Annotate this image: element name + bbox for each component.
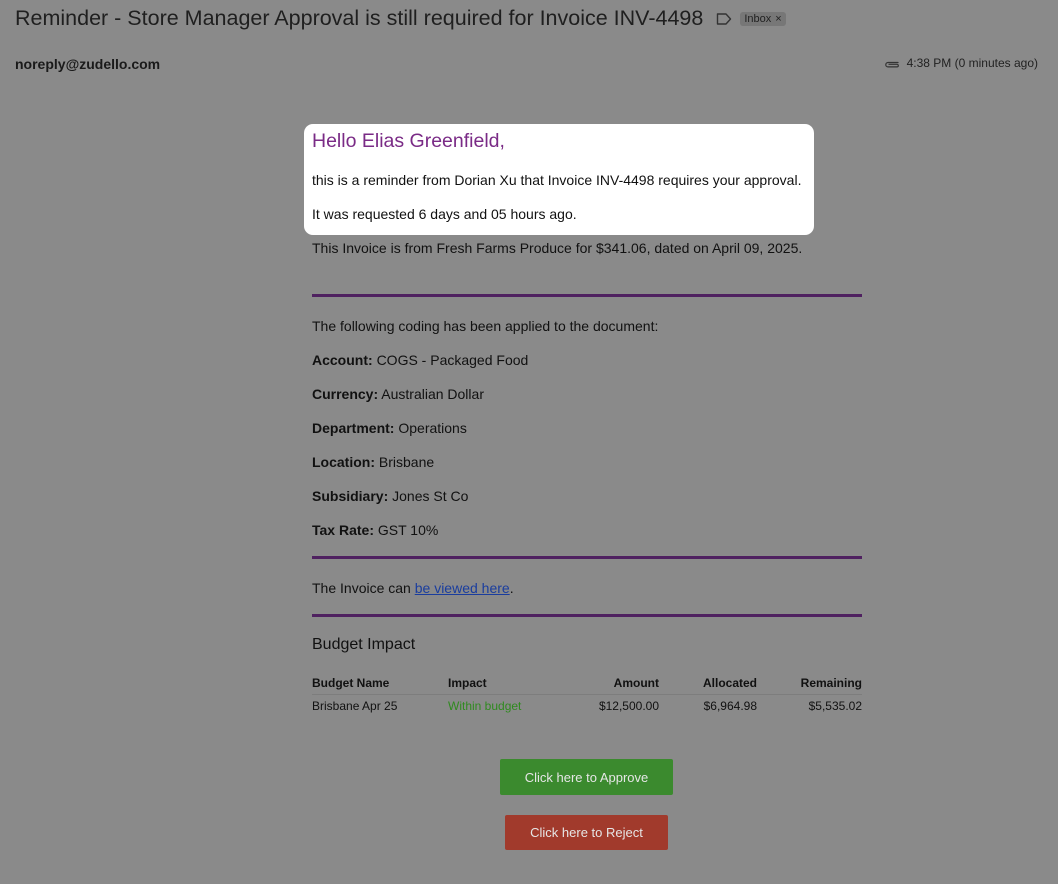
coding-key: Subsidiary: xyxy=(312,488,389,504)
coding-value: Australian Dollar xyxy=(381,386,484,402)
divider xyxy=(312,556,862,559)
view-invoice-line: The Invoice can be viewed here. xyxy=(312,580,514,596)
coding-key: Department: xyxy=(312,420,395,436)
column-header: Remaining xyxy=(757,676,862,695)
email-header: Reminder - Store Manager Approval is sti… xyxy=(15,6,786,31)
amount-cell: $12,500.00 xyxy=(598,699,659,713)
coding-value: Brisbane xyxy=(378,454,435,470)
divider xyxy=(312,614,862,617)
coding-row-account: Account: COGS - Packaged Food xyxy=(312,352,528,368)
email-timestamp: 4:38 PM (0 minutes ago) xyxy=(906,56,1038,70)
coding-row-tax-rate: Tax Rate: GST 10% xyxy=(312,522,438,538)
sender-address[interactable]: noreply@zudello.com xyxy=(15,56,160,72)
coding-key: Account: xyxy=(312,352,373,368)
allocated-cell: $6,964.98 xyxy=(703,699,757,713)
view-invoice-link[interactable]: be viewed here xyxy=(415,580,510,596)
coding-value: GST 10% xyxy=(377,522,439,538)
budget-name-cell: Brisbane Apr 25 xyxy=(312,699,398,713)
view-suffix: . xyxy=(509,580,514,596)
coding-value: Operations xyxy=(398,420,467,436)
table-header-row: Budget Name Impact Amount Allocated Rema… xyxy=(312,676,862,695)
coding-row-subsidiary: Subsidiary: Jones St Co xyxy=(312,488,468,504)
budget-impact-title: Budget Impact xyxy=(312,636,416,653)
inbox-label-text: Inbox xyxy=(744,12,772,25)
reject-button[interactable]: Click here to Reject xyxy=(505,815,668,850)
coding-key: Tax Rate: xyxy=(312,522,374,538)
divider xyxy=(312,294,862,297)
remaining-cell: $5,535.02 xyxy=(808,699,862,713)
coding-value: COGS - Packaged Food xyxy=(376,352,529,368)
view-prefix: The Invoice can xyxy=(312,580,415,596)
coding-key: Location: xyxy=(312,454,375,470)
requested-text: It was requested 6 days and 05 hours ago… xyxy=(312,206,577,222)
close-icon[interactable]: × xyxy=(775,13,781,25)
greeting: Hello Elias Greenfield, xyxy=(312,130,505,152)
table-row: Brisbane Apr 25 Within budget $12,500.00… xyxy=(312,695,862,713)
impact-cell: Within budget xyxy=(448,699,522,713)
approve-button[interactable]: Click here to Approve xyxy=(500,759,673,795)
column-header: Amount xyxy=(568,676,659,695)
reminder-text: this is a reminder from Dorian Xu that I… xyxy=(312,172,802,188)
column-header: Impact xyxy=(448,676,568,695)
email-meta: 4:38 PM (0 minutes ago) xyxy=(883,56,1038,70)
coding-row-currency: Currency: Australian Dollar xyxy=(312,386,484,402)
column-header: Allocated xyxy=(659,676,757,695)
label-icon[interactable] xyxy=(716,12,732,26)
invoice-info-text: This Invoice is from Fresh Farms Produce… xyxy=(312,240,803,256)
coding-intro: The following coding has been applied to… xyxy=(312,318,659,334)
coding-value: Jones St Co xyxy=(392,488,469,504)
budget-table: Budget Name Impact Amount Allocated Rema… xyxy=(312,676,862,713)
paperclip-icon xyxy=(883,58,901,68)
coding-row-location: Location: Brisbane xyxy=(312,454,434,470)
column-header: Budget Name xyxy=(312,676,448,695)
email-subject: Reminder - Store Manager Approval is sti… xyxy=(15,6,704,30)
inbox-label-chip[interactable]: Inbox × xyxy=(740,11,786,26)
coding-row-department: Department: Operations xyxy=(312,420,467,436)
coding-key: Currency: xyxy=(312,386,379,402)
